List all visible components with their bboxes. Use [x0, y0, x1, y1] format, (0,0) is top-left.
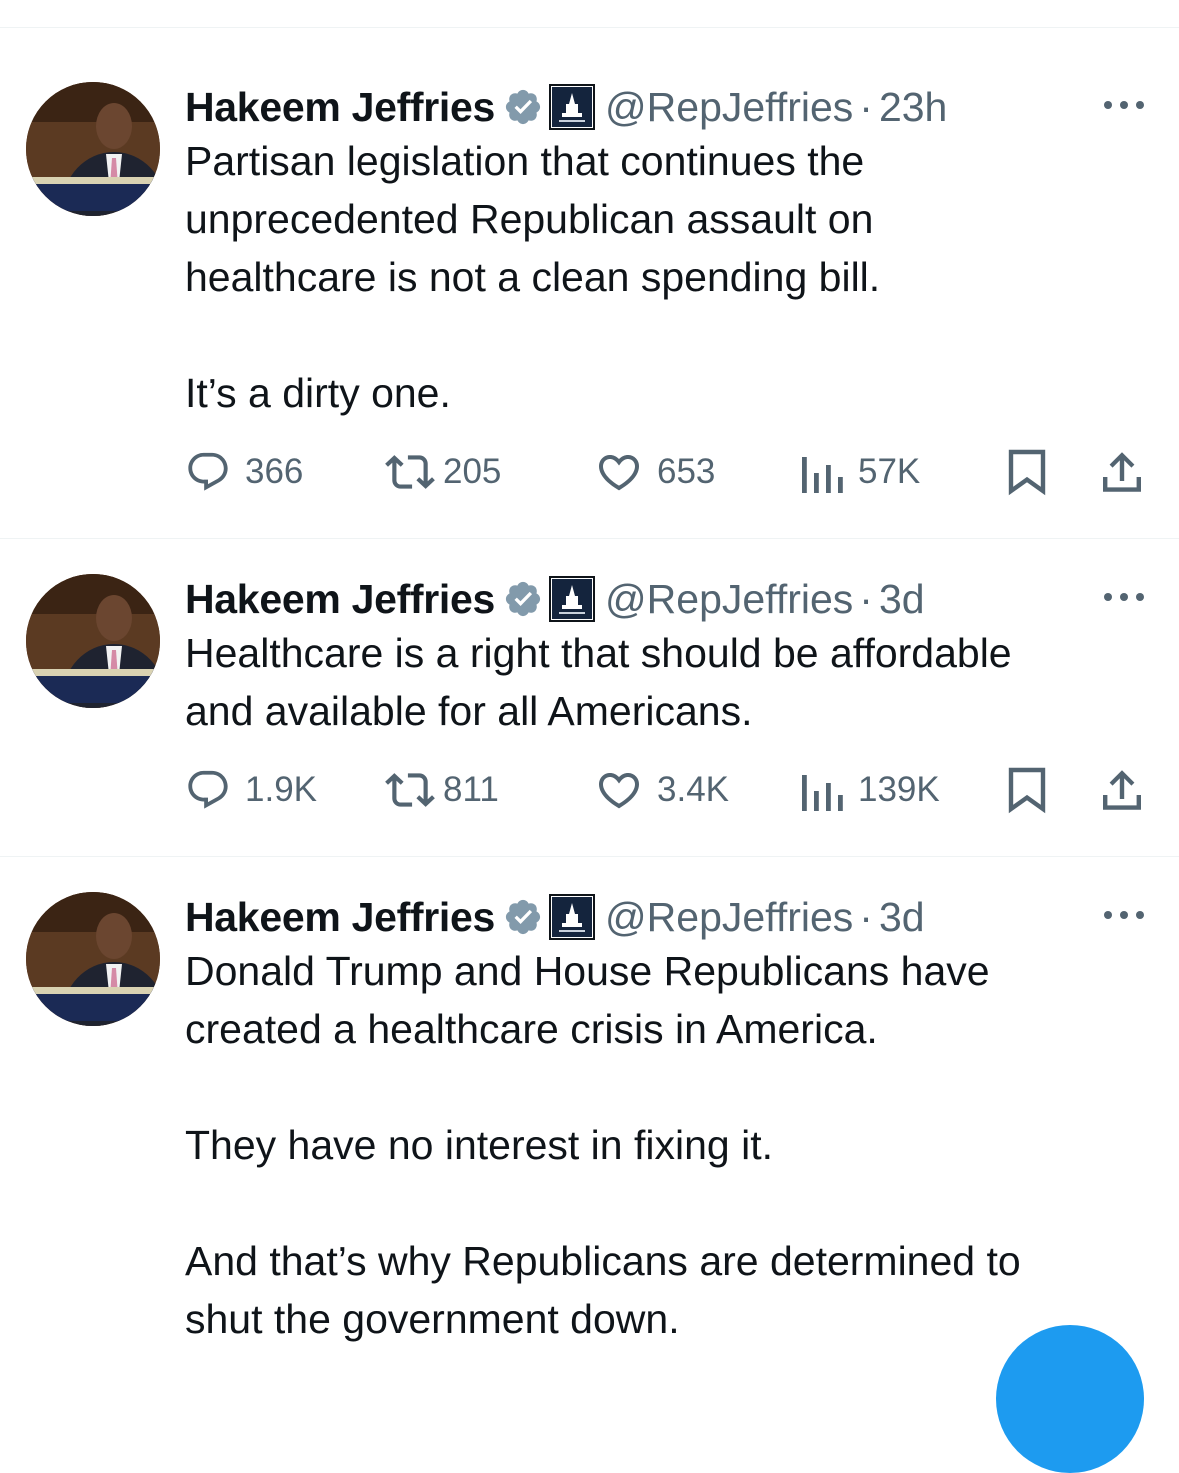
tweet-text: Partisan legislation that continues the … [185, 138, 881, 416]
views-button[interactable]: 139K [800, 765, 940, 815]
repost-icon [385, 455, 435, 489]
bookmark-icon [1008, 767, 1046, 814]
author-handle[interactable]: @RepJeffries [605, 894, 853, 941]
tweet-divider [0, 856, 1179, 857]
tweet-text: Donald Trump and House Republicans have … [185, 948, 1021, 1342]
bookmark-button[interactable] [1005, 765, 1049, 815]
author-name[interactable]: Hakeem Jeffries [185, 84, 495, 131]
views-icon [802, 457, 843, 493]
reply-icon [188, 770, 228, 809]
author-name[interactable]: Hakeem Jeffries [185, 894, 495, 941]
reply-icon [188, 452, 228, 491]
verified-badge-icon [503, 579, 543, 619]
tweet-actions: 366 205 653 57K [185, 447, 1155, 497]
like-count: 3.4K [657, 770, 729, 809]
separator-dot: · [859, 83, 873, 130]
separator-dot: · [859, 893, 873, 940]
views-count: 139K [858, 770, 940, 809]
share-icon [1103, 452, 1141, 492]
views-count: 57K [858, 452, 921, 491]
avatar[interactable] [26, 82, 160, 216]
verified-badge-icon [503, 897, 543, 937]
share-button[interactable] [1100, 447, 1144, 497]
more-options-icon[interactable] [1100, 582, 1148, 612]
tweet-header: Hakeem Jeffries @RepJeffries · 3d [185, 574, 925, 624]
capitol-affiliation-icon[interactable] [549, 576, 596, 622]
like-count: 653 [657, 452, 716, 491]
timestamp[interactable]: 23h [879, 84, 947, 131]
bookmark-icon [1008, 449, 1046, 496]
reply-count: 366 [245, 452, 304, 491]
author-handle[interactable]: @RepJeffries [605, 576, 853, 623]
reply-count: 1.9K [245, 770, 317, 809]
author-handle[interactable]: @RepJeffries [605, 84, 853, 131]
profile-photo-icon [26, 892, 160, 1026]
author-name[interactable]: Hakeem Jeffries [185, 576, 495, 623]
repost-icon [385, 773, 435, 807]
timestamp[interactable]: 3d [879, 894, 925, 941]
share-button[interactable] [1100, 765, 1144, 815]
more-options-icon[interactable] [1100, 900, 1148, 930]
profile-photo-icon [26, 82, 160, 216]
reply-button[interactable]: 366 [185, 447, 303, 497]
heart-icon [598, 455, 640, 491]
repost-count: 811 [443, 770, 499, 809]
tweet-text: Healthcare is a right that should be aff… [185, 630, 1012, 734]
capitol-affiliation-icon[interactable] [549, 894, 596, 940]
tweet-header: Hakeem Jeffries @RepJeffries · 3d [185, 892, 925, 942]
share-icon [1103, 770, 1141, 810]
verified-badge-icon [503, 87, 543, 127]
profile-photo-icon [26, 574, 160, 708]
compose-button[interactable] [996, 1325, 1144, 1473]
views-icon [802, 775, 843, 811]
tweet-header: Hakeem Jeffries @RepJeffries · 23h [185, 82, 947, 132]
heart-icon [598, 773, 640, 809]
like-button[interactable]: 3.4K [595, 765, 729, 815]
avatar[interactable] [26, 892, 160, 1026]
repost-button[interactable]: 205 [385, 447, 501, 497]
repost-count: 205 [443, 452, 502, 491]
like-button[interactable]: 653 [595, 447, 715, 497]
views-button[interactable]: 57K [800, 447, 920, 497]
separator-dot: · [859, 575, 873, 622]
capitol-affiliation-icon[interactable] [549, 84, 596, 130]
timestamp[interactable]: 3d [879, 576, 925, 623]
top-divider [0, 27, 1179, 28]
more-options-icon[interactable] [1100, 90, 1148, 120]
bookmark-button[interactable] [1005, 447, 1049, 497]
avatar[interactable] [26, 574, 160, 708]
repost-button[interactable]: 811 [385, 765, 499, 815]
reply-button[interactable]: 1.9K [185, 765, 317, 815]
tweet-divider [0, 538, 1179, 539]
tweet-actions: 1.9K 811 3.4K 139K [185, 765, 1155, 815]
